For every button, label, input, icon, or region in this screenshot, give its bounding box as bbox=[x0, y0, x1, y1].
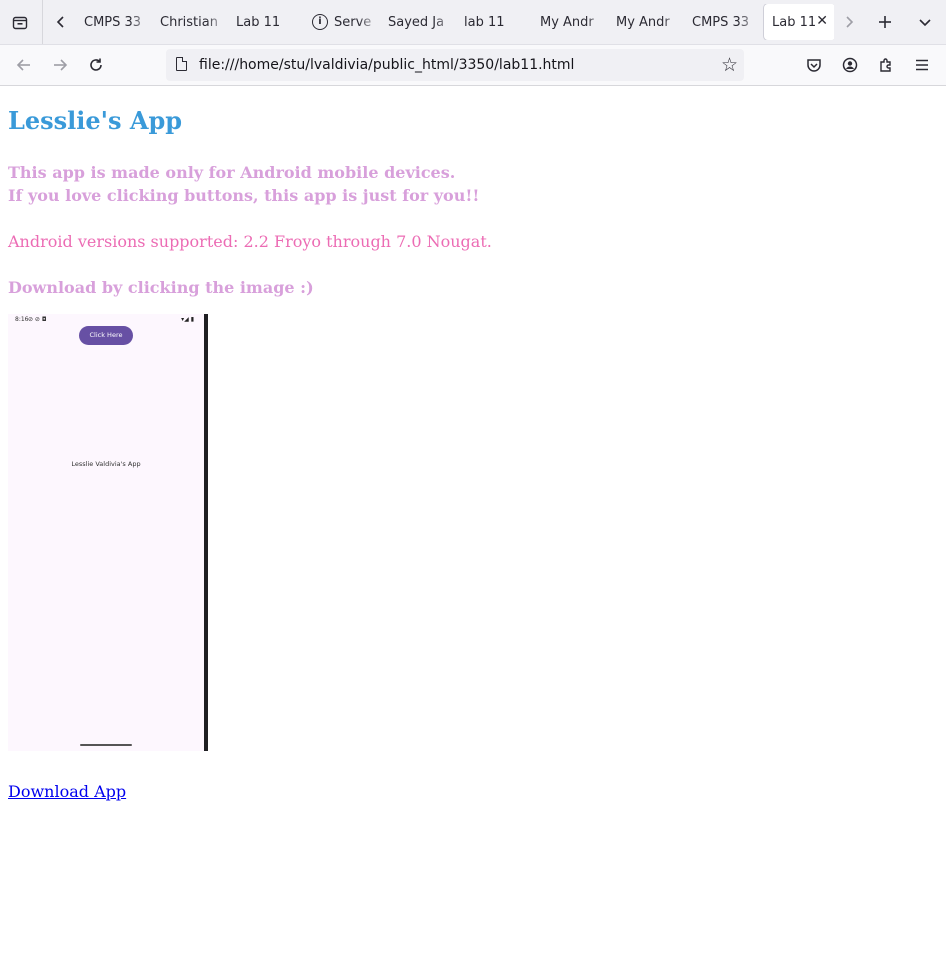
tab[interactable]: CMPS 33 bbox=[76, 4, 152, 40]
address-bar[interactable]: file:///home/stu/lvaldivia/public_html/3… bbox=[166, 49, 744, 81]
pocket-button[interactable] bbox=[798, 49, 830, 81]
phone-home-bar bbox=[80, 744, 132, 746]
phone-signal-icons: ▾◢ ▮ bbox=[181, 316, 194, 323]
download-hint-text: Download by clicking the image :) bbox=[8, 278, 314, 297]
app-screenshot-image-link[interactable]: 8:16 ⊘ ⊘ ◘ ▾◢ ▮ Click Here Lesslie Valdi… bbox=[8, 314, 208, 751]
reload-button[interactable] bbox=[80, 49, 112, 81]
scroll-tabs-left-button[interactable] bbox=[45, 6, 77, 38]
intro-text: This app is made only for Android mobile… bbox=[8, 161, 479, 207]
pocket-icon bbox=[807, 59, 821, 72]
tab[interactable]: Christian bbox=[152, 4, 228, 40]
intro-line-1: This app is made only for Android mobile… bbox=[8, 163, 456, 182]
url-text[interactable]: file:///home/stu/lvaldivia/public_html/3… bbox=[199, 49, 574, 81]
chevron-left-icon bbox=[56, 16, 64, 28]
tab[interactable]: lab 11 bbox=[456, 4, 532, 40]
scroll-tabs-right-button[interactable] bbox=[833, 6, 865, 38]
new-tab-button[interactable] bbox=[869, 6, 901, 38]
account-icon bbox=[842, 57, 858, 73]
arrow-right-icon bbox=[54, 59, 68, 71]
arrow-left-icon bbox=[16, 59, 30, 71]
forward-button[interactable] bbox=[44, 49, 76, 81]
tab-list: CMPS 33 Christian Lab 11 i Serve Sayed Ja… bbox=[76, 4, 834, 40]
back-button[interactable] bbox=[8, 49, 40, 81]
intro-line-2: If you love clicking buttons, this app i… bbox=[8, 186, 480, 205]
reload-icon bbox=[90, 58, 102, 71]
phone-status-time: 8:16 bbox=[15, 316, 29, 323]
close-tab-icon[interactable]: ✕ bbox=[816, 13, 828, 29]
phone-app-label: Lesslie Valdivia's App bbox=[71, 460, 141, 468]
firefox-view-button[interactable] bbox=[4, 6, 36, 38]
phone-status-icons: ⊘ ⊘ ◘ bbox=[28, 316, 47, 323]
menu-button[interactable] bbox=[906, 49, 938, 81]
puzzle-icon bbox=[880, 58, 891, 72]
tab-strip-divider bbox=[42, 0, 43, 44]
page-icon bbox=[176, 57, 187, 71]
tab[interactable]: i Serve bbox=[304, 4, 380, 40]
tab-active[interactable]: Lab 11 ✕ bbox=[764, 4, 834, 40]
tab-label: Lab 11 bbox=[236, 14, 281, 30]
info-icon: i bbox=[312, 14, 328, 30]
tab[interactable]: Sayed Ja bbox=[380, 4, 456, 40]
tab[interactable]: Lab 11 bbox=[228, 4, 304, 40]
tab[interactable]: My Andr bbox=[608, 4, 684, 40]
tab-label: Lab 11 bbox=[772, 14, 817, 30]
chevron-down-icon bbox=[919, 19, 931, 27]
tab-label: lab 11 bbox=[464, 14, 505, 30]
chevron-right-icon bbox=[846, 16, 854, 28]
phone-click-here-button: Click Here bbox=[79, 326, 133, 345]
download-app-link[interactable]: Download App bbox=[8, 780, 126, 803]
page-title: Lesslie's App bbox=[8, 106, 183, 135]
bookmark-star-icon[interactable]: ☆ bbox=[721, 53, 738, 77]
tab-strip: CMPS 33 Christian Lab 11 i Serve Sayed Ja… bbox=[0, 0, 946, 45]
plus-icon bbox=[879, 16, 891, 28]
list-all-tabs-button[interactable] bbox=[909, 6, 941, 38]
tab[interactable]: My Andr bbox=[532, 4, 608, 40]
navigation-toolbar: file:///home/stu/lvaldivia/public_html/3… bbox=[0, 45, 946, 86]
extensions-button[interactable] bbox=[870, 49, 902, 81]
account-button[interactable] bbox=[834, 49, 866, 81]
firefox-view-icon bbox=[12, 16, 28, 30]
tab[interactable]: CMPS 33 bbox=[684, 4, 760, 40]
supported-versions-text: Android versions supported: 2.2 Froyo th… bbox=[8, 232, 492, 251]
hamburger-menu-icon bbox=[916, 59, 928, 71]
